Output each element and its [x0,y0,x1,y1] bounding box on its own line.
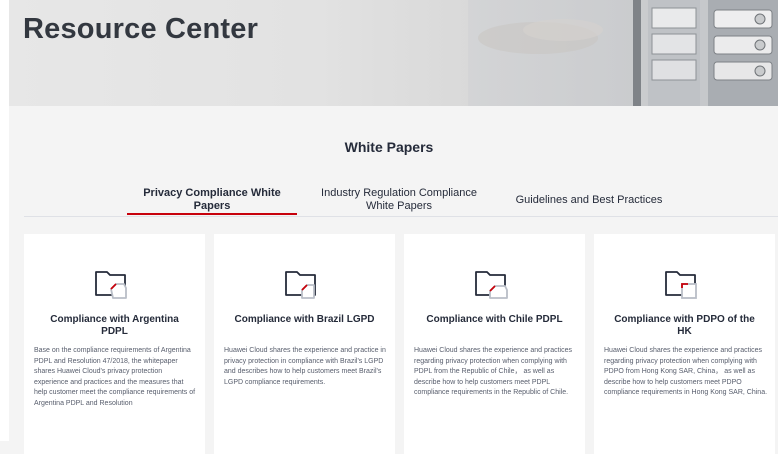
tab-privacy-compliance[interactable]: Privacy Compliance White Papers [128,187,296,213]
tab-industry-regulation[interactable]: Industry Regulation Compliance White Pap… [314,187,484,213]
whitepaper-card[interactable]: Compliance with Argentina PDPL Base on t… [24,234,205,454]
left-edge [0,0,9,441]
card-title: Compliance with PDPO of the HK [614,314,755,337]
folder-document-icon [665,271,697,299]
folder-document-icon [475,271,508,299]
section-title: White Papers [344,139,434,155]
server-rack-image [468,0,778,106]
card-title: Compliance with Brazil LGPD [234,314,375,325]
whitepaper-card[interactable]: Compliance with Chile PDPL Huawei Cloud … [404,234,585,454]
page-title: Resource Center [23,13,259,45]
card-description: Huawei Cloud shares the experience and p… [224,347,386,386]
tab-bar: Privacy Compliance White Papers Industry… [24,184,778,217]
card-title: Compliance with Argentina PDPL [50,314,179,337]
whitepaper-card[interactable]: Compliance with Brazil LGPD Huawei Cloud… [214,234,395,454]
card-description: Huawei Cloud shares the experience and p… [604,347,768,397]
folder-document-icon [285,271,316,299]
active-tab-underline [127,213,297,215]
hero-banner: Resource Center [9,0,778,106]
tab-guidelines-best-practices[interactable]: Guidelines and Best Practices [504,194,674,207]
folder-document-icon [95,271,127,299]
card-description: Base on the compliance requirements of A… [34,347,196,407]
card-description: Huawei Cloud shares the experience and p… [414,347,572,397]
whitepaper-card[interactable]: Compliance with PDPO of the HK Huawei Cl… [594,234,775,454]
card-title: Compliance with Chile PDPL [426,314,563,325]
